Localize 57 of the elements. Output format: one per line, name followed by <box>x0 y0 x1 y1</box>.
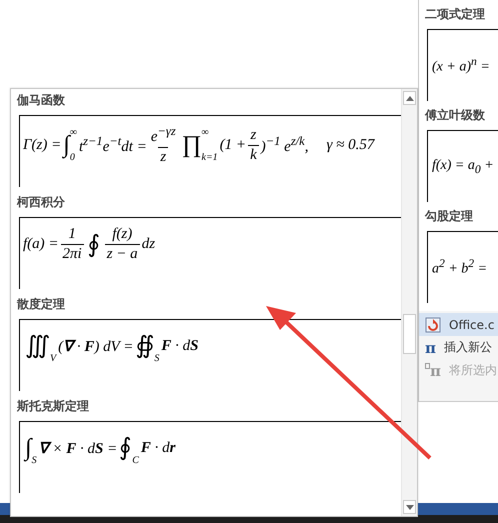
fraction-numerator: 1 <box>67 226 77 244</box>
formula-text: a$^{2}$ + b$^{2}$ = <box>432 257 488 278</box>
menu-item[interactable]: π 插入新公 <box>419 336 498 359</box>
formula-text: (∇ · F) dV = <box>58 338 134 356</box>
equation-title: 勾股定理 <box>424 208 474 225</box>
equation-title: 斯托克斯定理 <box>16 399 90 414</box>
upper-limit: ∞ <box>70 127 77 138</box>
equation-preview[interactable]: (x + a)$^{n}$ = <box>427 29 498 101</box>
fraction-numerator: e$^{−γz}$ <box>150 124 177 147</box>
scroll-up-button[interactable] <box>403 91 416 105</box>
pi-icon: π <box>425 338 436 356</box>
equation-preview[interactable]: f(x) = a$_{0}$ + <box>427 130 498 202</box>
formula-text: t$^{z−1}$e$^{−t}$dt = <box>78 134 147 156</box>
scrollbar[interactable] <box>401 89 417 516</box>
office-icon <box>425 316 441 332</box>
fraction-numerator: z <box>249 126 258 144</box>
operator-symbol: ∫ <box>63 133 70 157</box>
formula-text: f(a) = <box>23 236 59 253</box>
formula-text: γ ≈ 0.57 <box>326 136 374 154</box>
formula-text: F · dr <box>140 440 176 456</box>
formula-text: Γ(z) = <box>23 136 62 154</box>
formula-text: ∇ × F · dS = <box>38 440 118 458</box>
formula-text: f(x) = a$_{0}$ + <box>432 158 494 176</box>
operator-symbol: ∭ <box>25 334 50 358</box>
lower-limit: C <box>132 455 139 466</box>
fraction-denominator: z − a <box>104 244 140 263</box>
operator-symbol: ∏ <box>182 133 202 157</box>
formula-text: (x + a)$^{n}$ = <box>432 55 490 76</box>
menu-item[interactable]: Office.c <box>419 313 498 336</box>
equation-title: 二项式定理 <box>424 6 486 23</box>
lower-limit: S <box>154 353 160 364</box>
equation-title: 散度定理 <box>16 297 66 312</box>
fraction-denominator: k <box>248 144 259 164</box>
lower-limit: V <box>50 353 56 364</box>
fraction-numerator: f(z) <box>111 226 134 244</box>
scroll-down-button[interactable] <box>403 500 416 514</box>
lower-limit: k=1 <box>202 152 218 163</box>
fraction-denominator: 2πi <box>60 244 84 263</box>
operator-symbol: ∮ <box>88 232 101 256</box>
operator-symbol: ∫ <box>25 436 32 460</box>
formula-text: )$^{−1}$ e$^{z/k}$, <box>260 134 308 156</box>
equation-title: 柯西积分 <box>16 195 66 210</box>
upper-limit: ∞ <box>202 127 210 138</box>
formula-text: (1 + <box>220 136 246 154</box>
operator-symbol: ∮ <box>119 436 132 460</box>
equation-title: 傅立叶级数 <box>424 107 486 124</box>
scroll-thumb[interactable] <box>403 314 416 354</box>
down-arrow-icon <box>406 504 414 510</box>
equation-preview[interactable]: a$^{2}$ + b$^{2}$ = <box>427 231 498 303</box>
fraction-denominator: z <box>158 147 168 166</box>
formula-text: F · dS <box>161 338 198 354</box>
up-arrow-icon <box>406 96 414 100</box>
lower-limit: 0 <box>70 152 76 163</box>
formula-text: dz <box>142 236 156 253</box>
equation-title: 伽马函数 <box>16 93 66 108</box>
lower-limit: S <box>32 455 37 466</box>
operator-symbol: ∯ <box>135 334 154 358</box>
